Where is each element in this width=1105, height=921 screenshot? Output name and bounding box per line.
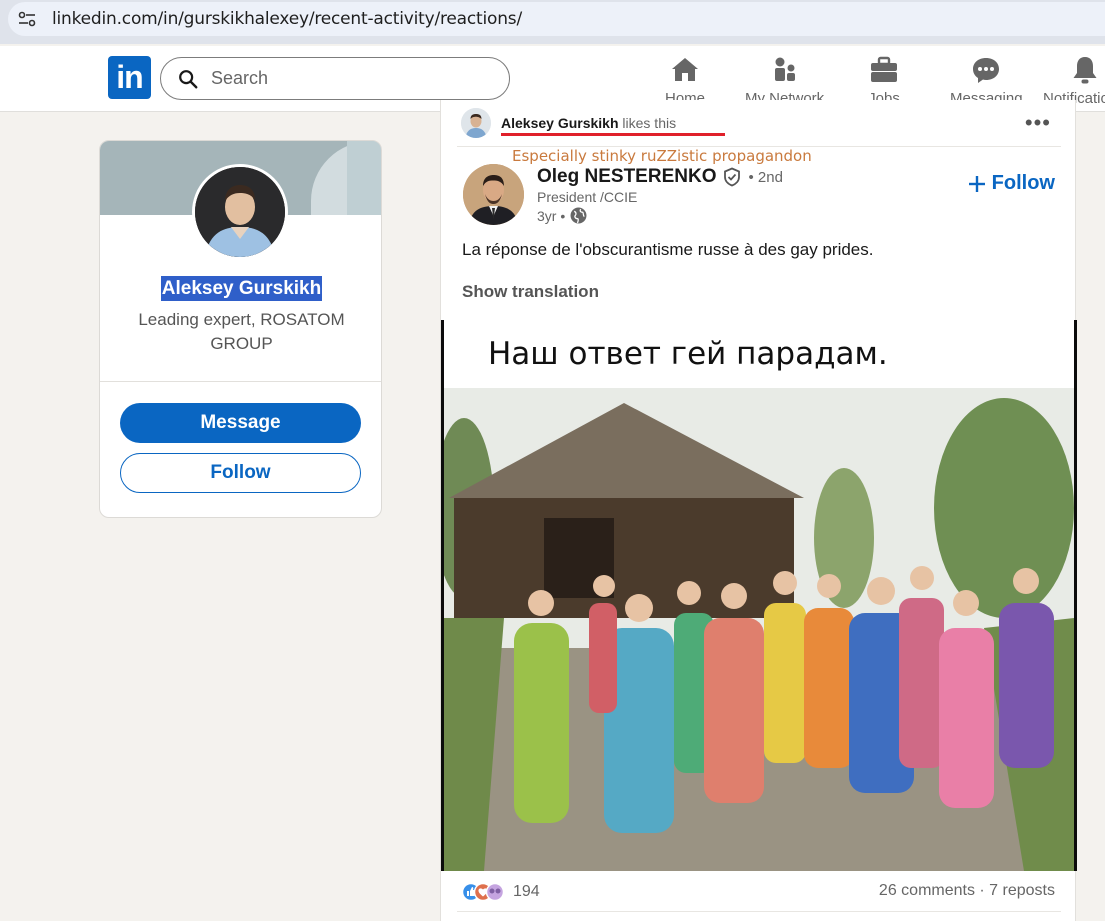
search-input[interactable] (211, 68, 491, 89)
profile-name-wrapper: Aleksey Gurskikh (100, 276, 381, 301)
connection-degree: • 2nd (748, 168, 783, 186)
photo-illustration (444, 388, 1074, 871)
reaction-count: 194 (513, 883, 540, 900)
activity-actor-name[interactable]: Aleksey Gurskikh (501, 115, 619, 131)
messaging-icon (973, 58, 1000, 83)
linkedin-logo[interactable]: in (108, 56, 151, 99)
home-icon (672, 58, 698, 81)
reactions-summary[interactable]: 194 (461, 882, 540, 902)
browser-address-bar: linkedin.com/in/gurskikhalexey/recent-ac… (0, 0, 1105, 44)
profile-card: Aleksey Gurskikh Leading expert, ROSATOM… (99, 140, 382, 518)
post-time-row: 3yr • (537, 207, 587, 224)
comments-reposts-count[interactable]: 26 comments · 7 reposts (879, 882, 1055, 900)
briefcase-icon (871, 56, 897, 82)
site-settings-icon[interactable] (16, 8, 38, 30)
search-box[interactable] (160, 57, 510, 100)
activity-actor-avatar[interactable] (461, 108, 491, 138)
activity-verb: likes this (622, 115, 677, 131)
post-time: 3yr • (537, 207, 566, 224)
feed-post: Aleksey Gurskikh likes this ••• Especial… (440, 100, 1077, 921)
post-image-content: Наш ответ гей парадам. (444, 320, 1074, 871)
reaction-icons (461, 882, 505, 902)
author-title: President /CCIE (537, 189, 638, 205)
url-field[interactable]: linkedin.com/in/gurskikhalexey/recent-ac… (8, 2, 1105, 36)
network-icon (774, 57, 795, 81)
author-name[interactable]: Oleg NESTERENKO (537, 166, 716, 188)
post-text: La réponse de l'obscurantisme russe à de… (462, 240, 874, 259)
divider (100, 381, 381, 382)
divider (457, 911, 1061, 912)
activity-text: Aleksey Gurskikh likes this (501, 115, 676, 131)
url-text: linkedin.com/in/gurskikhalexey/recent-ac… (52, 9, 522, 29)
show-translation-link[interactable]: Show translation (462, 282, 599, 302)
profile-name[interactable]: Aleksey Gurskikh (160, 276, 323, 301)
image-caption-text: Наш ответ гей парадам. (444, 320, 1074, 388)
post-follow-button[interactable]: Follow (968, 172, 1055, 195)
underline-annotation (501, 133, 725, 136)
plus-icon (968, 175, 985, 192)
verified-icon (724, 167, 741, 187)
author-name-row: Oleg NESTERENKO • 2nd (537, 166, 783, 188)
annotation-text: Especially stinky ruZZistic propagandon (512, 147, 812, 165)
profile-headline: Leading expert, ROSATOM GROUP (138, 310, 345, 353)
author-avatar[interactable] (463, 164, 524, 225)
more-options-icon[interactable]: ••• (1025, 110, 1051, 136)
search-icon (179, 69, 198, 88)
globe-icon (570, 207, 587, 224)
post-image[interactable]: Наш ответ гей парадам. (441, 320, 1077, 871)
profile-avatar[interactable] (192, 164, 288, 260)
bell-icon (1073, 57, 1097, 84)
profile-follow-button[interactable]: Follow (120, 453, 361, 493)
post-follow-label: Follow (991, 172, 1055, 194)
message-button[interactable]: Message (120, 403, 361, 443)
